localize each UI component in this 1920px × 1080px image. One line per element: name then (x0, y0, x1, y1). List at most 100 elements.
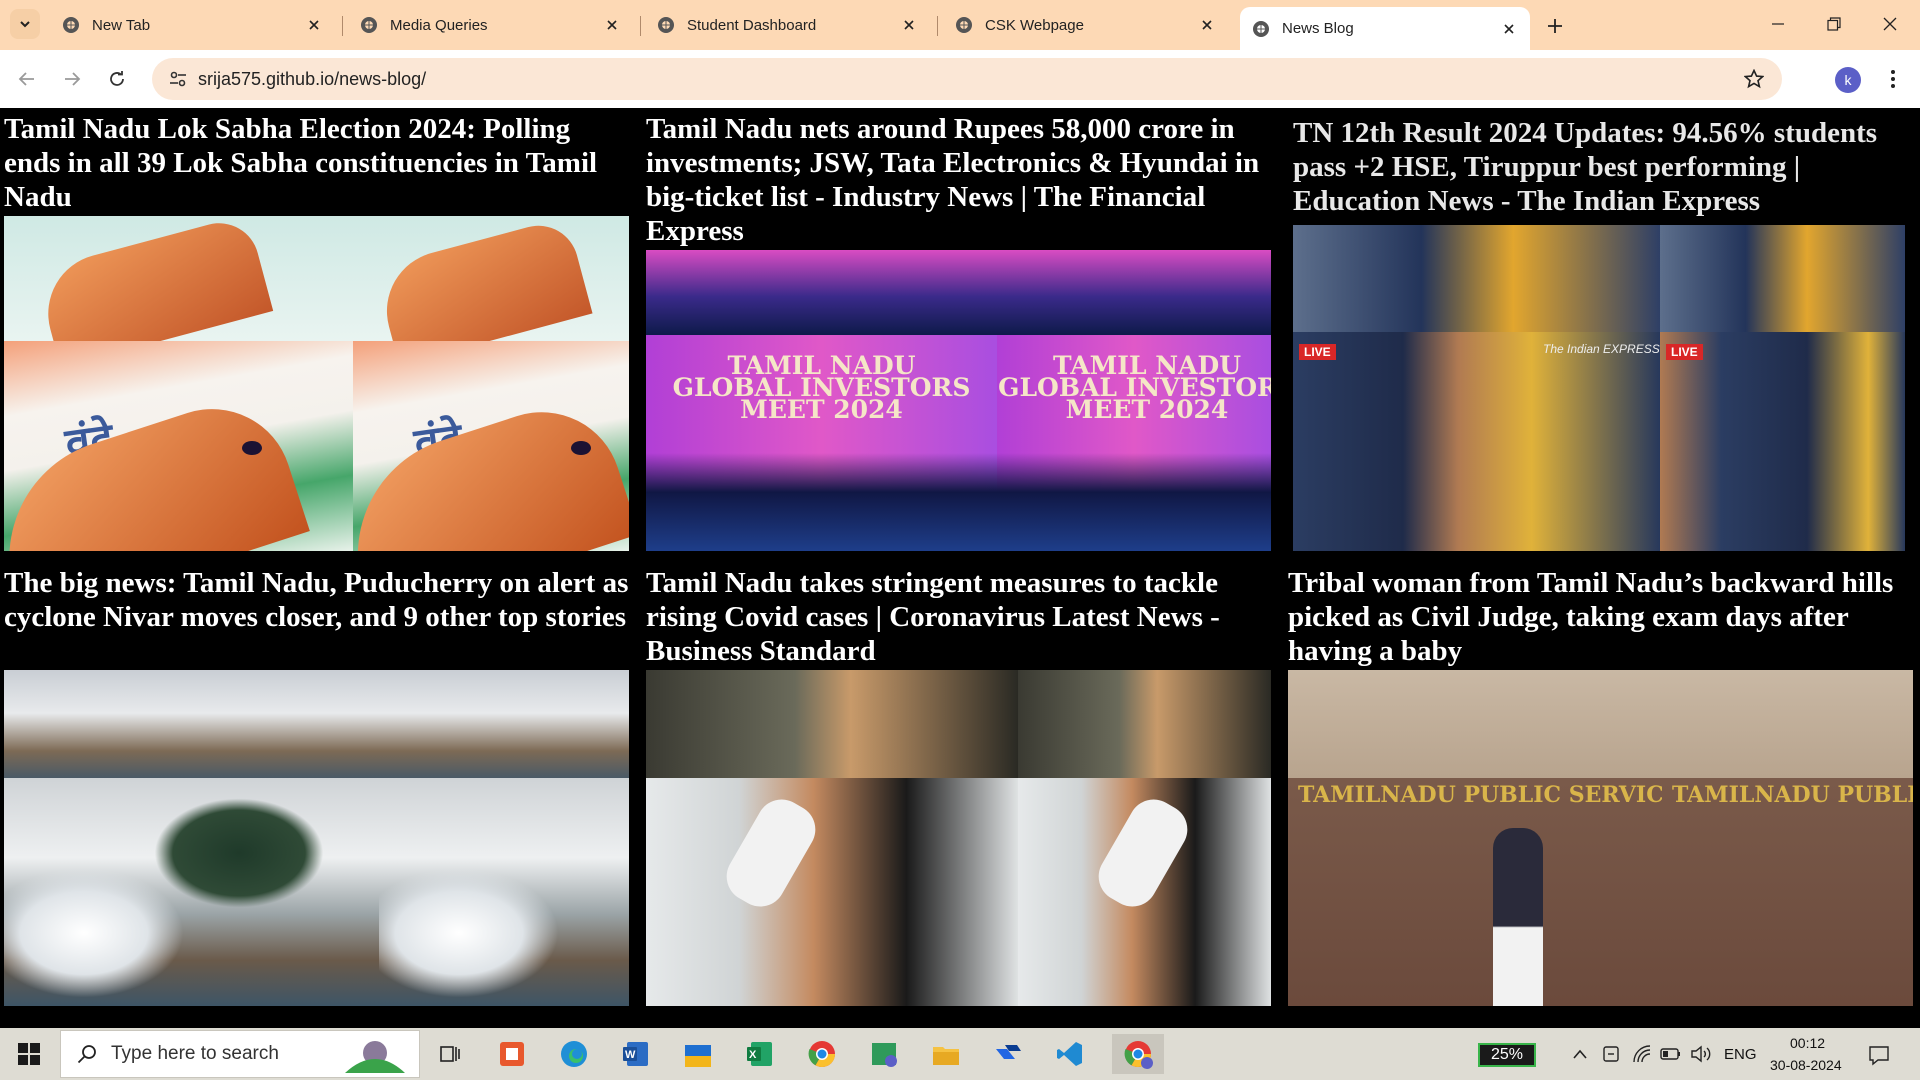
image-caption-line: TAMILNADU PUBLIC SERVICE COMMISSION (1672, 782, 1913, 808)
news-blog-page: Tamil Nadu Lok Sabha Election 2024: Poll… (0, 108, 1920, 1028)
news-card[interactable]: The big news: Tamil Nadu, Puducherry on … (4, 566, 629, 1006)
chrome-icon (1124, 1041, 1153, 1069)
clock-time[interactable]: 00:12 (1790, 1035, 1825, 1051)
start-button[interactable] (0, 1028, 58, 1080)
news-headline[interactable]: Tribal woman from Tamil Nadu’s backward … (1288, 566, 1913, 668)
wifi-icon[interactable] (1632, 1044, 1652, 1064)
globe-icon (63, 17, 79, 33)
close-window-button[interactable] (1862, 0, 1918, 48)
profile-avatar[interactable]: k (1835, 67, 1861, 93)
tab-new-tab[interactable]: New Tab (50, 7, 335, 43)
tab-title: News Blog (1282, 20, 1354, 37)
tab-news-blog[interactable]: News Blog (1240, 7, 1530, 50)
taskbar-app-photos[interactable] (864, 1034, 904, 1074)
task-view-button[interactable] (430, 1034, 470, 1074)
photos-icon (872, 1043, 897, 1067)
taskbar-app-power-automate[interactable] (988, 1034, 1028, 1074)
news-image-cyclone[interactable] (4, 670, 629, 1006)
news-image-civil-judge[interactable]: TAMILNADU PUBLIC SERVICE COMMISSION TAMI… (1288, 670, 1913, 1006)
close-icon[interactable] (603, 16, 621, 34)
news-headline[interactable]: Tamil Nadu Lok Sabha Election 2024: Poll… (4, 112, 629, 214)
news-card[interactable]: TN 12th Result 2024 Updates: 94.56% stud… (1293, 116, 1905, 551)
new-tab-button[interactable] (1540, 11, 1570, 41)
taskbar-app-word[interactable]: W (616, 1034, 656, 1074)
forward-button[interactable] (55, 62, 89, 96)
globe-icon (658, 17, 674, 33)
news-headline[interactable]: TN 12th Result 2024 Updates: 94.56% stud… (1293, 116, 1905, 218)
windows-logo-icon (18, 1043, 40, 1065)
news-image-inked-finger[interactable]: वंदे मातरम वंदे मातरम (4, 216, 629, 551)
taskbar-search-box[interactable]: Type here to search (60, 1030, 420, 1078)
taskbar-app-vscode[interactable] (1050, 1034, 1090, 1074)
browser-toolbar: srija575.github.io/news-blog/ k (0, 50, 1920, 108)
image-caption-line: TAMILNADU PUBLIC SERVICE COMMISSION (1298, 782, 1662, 808)
folder-icon (933, 1047, 959, 1065)
tune-icon (170, 71, 186, 87)
close-icon[interactable] (305, 16, 323, 34)
volume-icon[interactable] (1690, 1045, 1712, 1063)
globe-icon (1253, 20, 1269, 37)
minimize-button[interactable] (1750, 0, 1806, 48)
taskbar-app-chrome[interactable] (802, 1034, 842, 1074)
restore-icon (1827, 17, 1841, 31)
news-headline[interactable]: Tamil Nadu takes stringent measures to t… (646, 566, 1271, 668)
news-card[interactable]: Tamil Nadu takes stringent measures to t… (646, 566, 1271, 1006)
tab-csk-webpage[interactable]: CSK Webpage (943, 7, 1228, 43)
news-image-investors-meet[interactable]: TAMIL NADU GLOBAL INVESTORS MEET 2024 TA… (646, 250, 1271, 551)
reload-icon (110, 71, 124, 86)
taskbar-app-office[interactable] (492, 1034, 532, 1074)
taskbar-app-file-explorer[interactable] (926, 1034, 966, 1074)
reload-button[interactable] (100, 62, 134, 96)
meet-now-icon[interactable] (1602, 1044, 1620, 1064)
word-icon: W (623, 1042, 648, 1066)
back-button[interactable] (10, 62, 44, 96)
news-card[interactable]: Tamil Nadu nets around Rupees 58,000 cro… (646, 112, 1271, 551)
power-automate-icon (996, 1045, 1021, 1059)
url-text[interactable]: srija575.github.io/news-blog/ (198, 69, 426, 90)
battery-icon[interactable] (1660, 1046, 1682, 1062)
windows-taskbar: Type here to search W X 25% ENG 00:12 30… (0, 1028, 1920, 1080)
svg-text:X: X (749, 1049, 757, 1061)
language-indicator[interactable]: ENG (1724, 1046, 1757, 1063)
close-icon[interactable] (1198, 16, 1216, 34)
close-icon[interactable] (1500, 20, 1518, 38)
news-image-students[interactable]: LIVE The Indian EXPRESS LIVE (1293, 225, 1905, 551)
news-card[interactable]: Tribal woman from Tamil Nadu’s backward … (1288, 566, 1913, 1006)
chevron-up-icon[interactable] (1572, 1048, 1588, 1060)
vscode-icon (1057, 1042, 1082, 1066)
svg-text:W: W (625, 1049, 636, 1061)
news-card[interactable]: Tamil Nadu Lok Sabha Election 2024: Poll… (4, 112, 629, 551)
battery-percent-badge[interactable]: 25% (1478, 1043, 1536, 1067)
site-info-button[interactable] (158, 58, 198, 100)
notifications-icon[interactable] (1868, 1044, 1890, 1066)
star-icon[interactable] (1744, 69, 1764, 89)
browser-menu-button[interactable] (1880, 64, 1906, 94)
tab-title: Media Queries (390, 16, 488, 34)
clock-date[interactable]: 30-08-2024 (1770, 1057, 1842, 1073)
globe-icon (956, 17, 972, 33)
address-bar[interactable]: srija575.github.io/news-blog/ (152, 58, 1782, 100)
more-vertical-icon (1891, 70, 1895, 88)
taskbar-app-excel[interactable]: X (740, 1034, 780, 1074)
minimize-icon (1772, 23, 1784, 25)
tab-title: Student Dashboard (687, 16, 817, 34)
live-badge: LIVE (1299, 344, 1336, 360)
news-image-covid-test[interactable] (646, 670, 1271, 1006)
taskbar-app-edge[interactable] (554, 1034, 594, 1074)
taskbar-app-chrome-profile[interactable] (1112, 1034, 1164, 1074)
search-placeholder: Type here to search (111, 1043, 279, 1064)
tab-search-button[interactable] (10, 9, 40, 39)
watermark: The Indian EXPRESS (1543, 342, 1660, 356)
restore-button[interactable] (1806, 0, 1862, 48)
tab-media-queries[interactable]: Media Queries (348, 7, 633, 43)
tab-student-dashboard[interactable]: Student Dashboard (645, 7, 930, 43)
excel-icon: X (747, 1042, 772, 1066)
arrow-right-icon (65, 72, 81, 86)
news-headline[interactable]: The big news: Tamil Nadu, Puducherry on … (4, 566, 629, 634)
news-headline[interactable]: Tamil Nadu nets around Rupees 58,000 cro… (646, 112, 1271, 248)
search-highlight-icon (345, 1041, 405, 1073)
edge-icon (561, 1041, 587, 1067)
close-icon[interactable] (900, 16, 918, 34)
taskbar-app-store[interactable] (678, 1034, 718, 1074)
globe-icon (361, 17, 377, 33)
